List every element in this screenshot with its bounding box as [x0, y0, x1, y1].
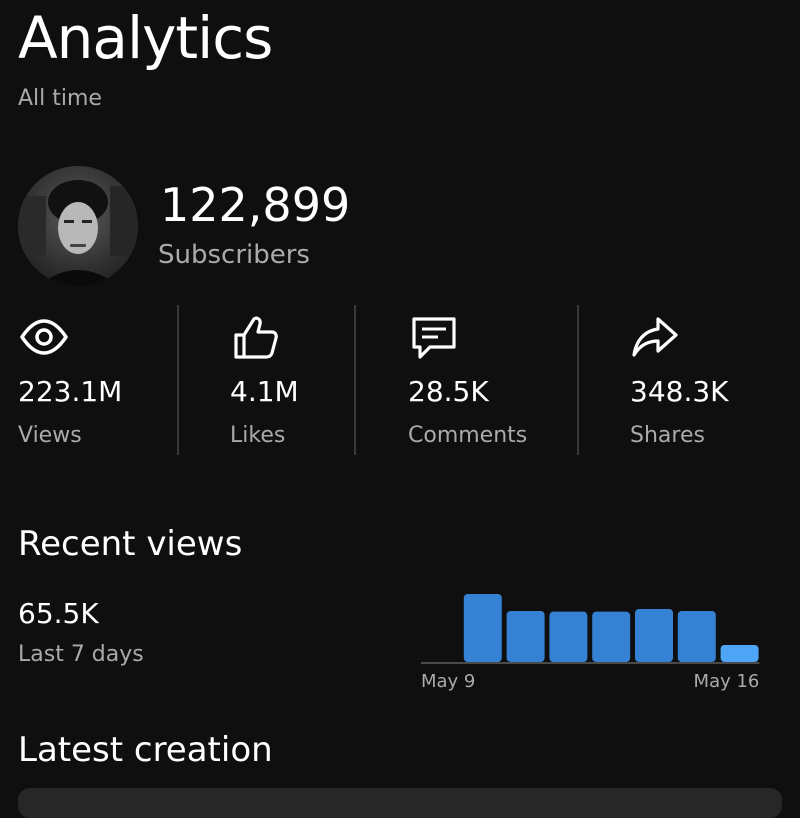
stat-label: Likes [230, 423, 286, 448]
eye-icon [18, 311, 70, 363]
chart-bar-may-13[interactable] [592, 611, 631, 662]
recent-views-period: Last 7 days [18, 642, 144, 667]
stat-label: Views [18, 423, 82, 448]
chart-bar-may-11[interactable] [506, 611, 545, 662]
stat-value: 348.3K [630, 375, 729, 408]
recent-views-chart[interactable]: May 9 May 16 [415, 585, 775, 695]
thumbs-up-icon [230, 311, 282, 363]
divider [354, 305, 356, 455]
latest-creation-title: Latest creation [18, 730, 273, 770]
stat-value: 4.1M [230, 375, 299, 408]
subscriber-label: Subscribers [158, 240, 310, 270]
chart-bar-may-15[interactable] [677, 611, 716, 662]
comment-icon [408, 311, 460, 363]
chart-bar-may-12[interactable] [549, 611, 588, 662]
avatar-image [18, 166, 138, 286]
share-arrow-icon [630, 311, 682, 363]
chart-x-tick-label: May 9 [421, 671, 475, 692]
stat-label: Shares [630, 423, 705, 448]
subscriber-count: 122,899 [160, 178, 351, 232]
recent-views-value: 65.5K [18, 597, 99, 630]
recent-views-title: Recent views [18, 524, 243, 564]
latest-creation-card[interactable] [18, 788, 782, 818]
chart-bar-may-16[interactable] [720, 645, 759, 662]
divider [177, 305, 179, 455]
page-title: Analytics [18, 4, 273, 72]
time-range-label: All time [18, 86, 102, 111]
chart-x-tick-label: May 16 [694, 671, 760, 692]
divider [577, 305, 579, 455]
stats-row: 223.1M Views 4.1M Likes 28.5K Comments 3… [0, 305, 800, 455]
stat-value: 28.5K [408, 375, 489, 408]
chart-bar-may-10[interactable] [463, 594, 502, 662]
avatar[interactable] [18, 166, 138, 286]
stat-label: Comments [408, 423, 528, 448]
stat-value: 223.1M [18, 375, 123, 408]
chart-bar-may-14[interactable] [635, 608, 673, 662]
chart-svg: May 9 May 16 [421, 594, 760, 692]
